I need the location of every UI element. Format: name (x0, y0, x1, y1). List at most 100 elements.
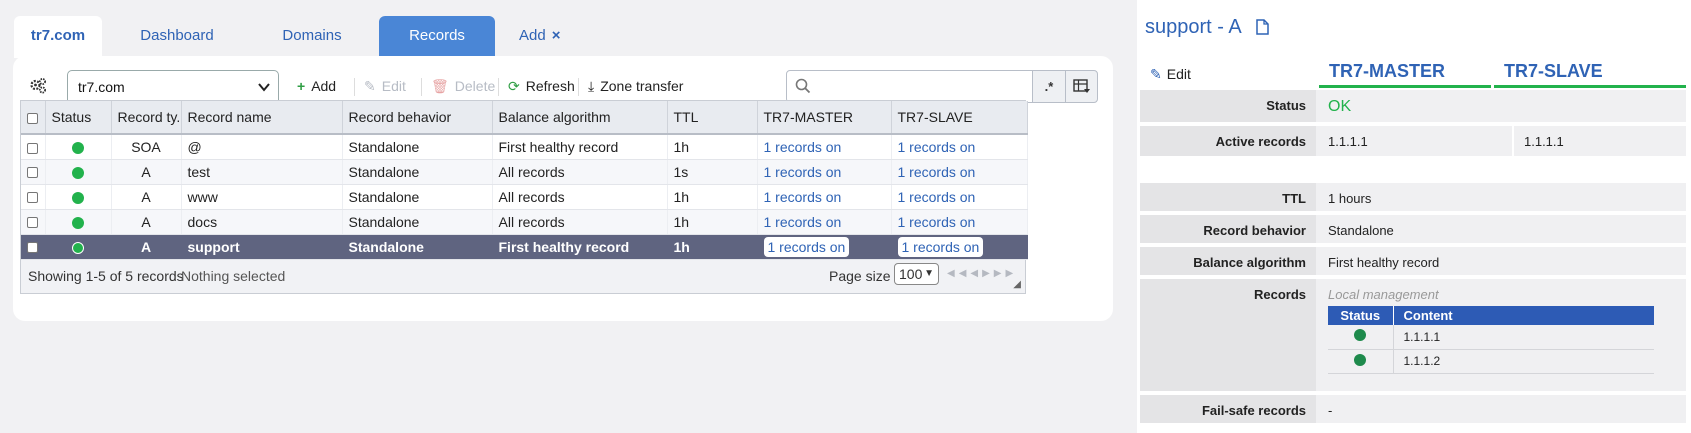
last-page-icon[interactable]: ▶▶ (994, 268, 1017, 279)
detail-row-failsafe: Fail-safe records - (1140, 395, 1686, 425)
algorithm-label: Balance algorithm (1140, 247, 1316, 275)
cell-record-behavior: Standalone (342, 134, 493, 160)
cell-record-type: A (111, 159, 182, 185)
first-page-icon[interactable]: ◀◀ (947, 268, 970, 279)
tab-add[interactable]: Add × (519, 16, 599, 56)
master-records-link[interactable]: 1 records on (763, 236, 850, 257)
subtable-row: 1.1.1.1 (1328, 325, 1654, 350)
page-size-select[interactable]: 100 ▼ (894, 262, 939, 285)
next-page-icon[interactable]: ▶ (982, 268, 994, 279)
records-note: Local management (1328, 287, 1439, 302)
tab-close-icon[interactable]: × (552, 27, 561, 44)
tab-dashboard[interactable]: Dashboard (122, 16, 232, 56)
master-records-link[interactable]: 1 records on (764, 189, 842, 205)
detail-row-algorithm: Balance algorithm First healthy record (1140, 247, 1686, 277)
row-checkbox[interactable] (21, 209, 46, 235)
page-size-label: Page size : (829, 267, 899, 284)
zone-transfer-button[interactable]: ⤓ Zone transfer (588, 78, 683, 95)
table-row[interactable]: SOA @ Standalone First healthy record 1h… (21, 134, 1028, 160)
detail-row-behavior: Record behavior Standalone (1140, 215, 1686, 245)
refresh-icon: ⟳ (508, 78, 520, 94)
column-header-record-behavior[interactable]: Record behavior (342, 101, 493, 135)
column-header-ttl[interactable]: TTL (667, 101, 758, 135)
master-records-link[interactable]: 1 records on (764, 214, 842, 230)
pagination-controls: ◀◀◀▶▶▶ (947, 268, 1017, 279)
cell-master: 1 records on (757, 134, 892, 160)
grid-footer: Showing 1-5 of 5 records Nothing selecte… (21, 259, 1025, 293)
detail-row-active-records: Active records 1.1.1.1 1.1.1.1 (1140, 126, 1686, 158)
table-row[interactable]: A test Standalone All records 1s 1 recor… (21, 159, 1028, 185)
column-header-tr7-master[interactable]: TR7-MASTER (757, 101, 892, 135)
subtable-row: 1.1.1.2 (1328, 349, 1654, 374)
tab-home[interactable]: tr7.com (14, 16, 102, 58)
toolbar-divider (498, 78, 499, 96)
server-header-slave: TR7-SLAVE (1494, 60, 1686, 88)
subtable-content: 1.1.1.1 (1393, 325, 1654, 350)
status-ok-icon (45, 134, 112, 160)
record-count: Showing 1-5 of 5 records (28, 267, 184, 284)
delete-record-button[interactable]: 🗑︎ Delete (431, 78, 495, 95)
cell-balance-algorithm: First healthy record (492, 234, 668, 260)
cell-slave: 1 records on (891, 134, 1028, 160)
prev-page-icon[interactable]: ◀ (970, 268, 982, 279)
tab-records[interactable]: Records (379, 16, 495, 56)
row-checkbox[interactable] (21, 234, 46, 260)
column-header-balance-algorithm[interactable]: Balance algorithm (492, 101, 668, 135)
refresh-button[interactable]: ⟳ Refresh (508, 78, 575, 95)
table-row[interactable]: A www Standalone All records 1h 1 record… (21, 184, 1028, 210)
tab-domains[interactable]: Domains (257, 16, 367, 56)
subtable-header-row: Status Content (1328, 306, 1654, 325)
cell-record-name: test (181, 159, 343, 185)
cell-ttl: 1h (667, 184, 758, 210)
records-workspace: tr7.com Dashboard Domains Records Add × t… (0, 0, 1137, 433)
table-row[interactable]: A docs Standalone All records 1h 1 recor… (21, 209, 1028, 235)
cell-balance-algorithm: All records (492, 209, 668, 235)
records-panel: tr7.com + Add ✎ Edit 🗑︎ Delete ⟳ Refresh ⤓ Zo… (13, 56, 1113, 321)
slave-records-link[interactable]: 1 records on (897, 236, 984, 257)
row-checkbox[interactable] (21, 184, 46, 210)
edit-detail-button[interactable]: ✎ Edit (1150, 66, 1191, 83)
search-input[interactable] (786, 70, 1033, 103)
column-header-record-type[interactable]: Record ty... (111, 101, 182, 135)
slave-records-link[interactable]: 1 records on (898, 139, 976, 155)
column-header-tr7-slave[interactable]: TR7-SLAVE (891, 101, 1028, 135)
slave-records-link[interactable]: 1 records on (898, 189, 976, 205)
cell-record-name: @ (181, 134, 343, 160)
settings-gears-icon[interactable] (29, 77, 47, 95)
column-header-status[interactable]: Status (45, 101, 112, 135)
active-records-label: Active records (1140, 126, 1316, 156)
slave-records-link[interactable]: 1 records on (898, 214, 976, 230)
regex-toggle-button[interactable]: .* (1032, 70, 1066, 103)
add-record-button[interactable]: + Add (297, 78, 336, 94)
cell-slave: 1 records on (891, 209, 1028, 235)
cell-slave: 1 records on (891, 234, 1028, 260)
edit-icon: ✎ (1150, 66, 1162, 82)
resize-handle-icon[interactable]: ◢ (1013, 279, 1021, 290)
records-label: Records (1140, 279, 1316, 391)
master-records-link[interactable]: 1 records on (764, 164, 842, 180)
cell-master: 1 records on (757, 209, 892, 235)
edit-label: Edit (381, 78, 406, 94)
slave-records-link[interactable]: 1 records on (898, 164, 976, 180)
column-header-record-name[interactable]: Record name (181, 101, 343, 135)
master-records-link[interactable]: 1 records on (764, 139, 842, 155)
subtable-header-content: Content (1393, 306, 1654, 325)
document-icon[interactable] (1256, 18, 1269, 41)
cell-balance-algorithm: All records (492, 159, 668, 185)
cell-master: 1 records on (757, 159, 892, 185)
plus-icon: + (297, 78, 306, 94)
row-checkbox[interactable] (21, 134, 46, 160)
cell-record-behavior: Standalone (342, 184, 493, 210)
row-checkbox[interactable] (21, 159, 46, 185)
failsafe-label: Fail-safe records (1140, 395, 1316, 423)
table-row-selected[interactable]: A support Standalone First healthy recor… (21, 234, 1028, 260)
select-all-checkbox[interactable] (21, 101, 46, 135)
detail-row-status: Status OK (1140, 90, 1686, 124)
status-ok-icon (45, 209, 112, 235)
selection-status: Nothing selected (181, 267, 286, 284)
status-ok-icon (1328, 325, 1394, 350)
edit-record-button[interactable]: ✎ Edit (364, 78, 406, 95)
column-chooser-button[interactable] (1065, 70, 1098, 103)
cell-record-type: A (111, 209, 182, 235)
record-detail-panel: support - A ✎ Edit TR7-MASTER TR7-SLAVE S… (1137, 0, 1691, 433)
